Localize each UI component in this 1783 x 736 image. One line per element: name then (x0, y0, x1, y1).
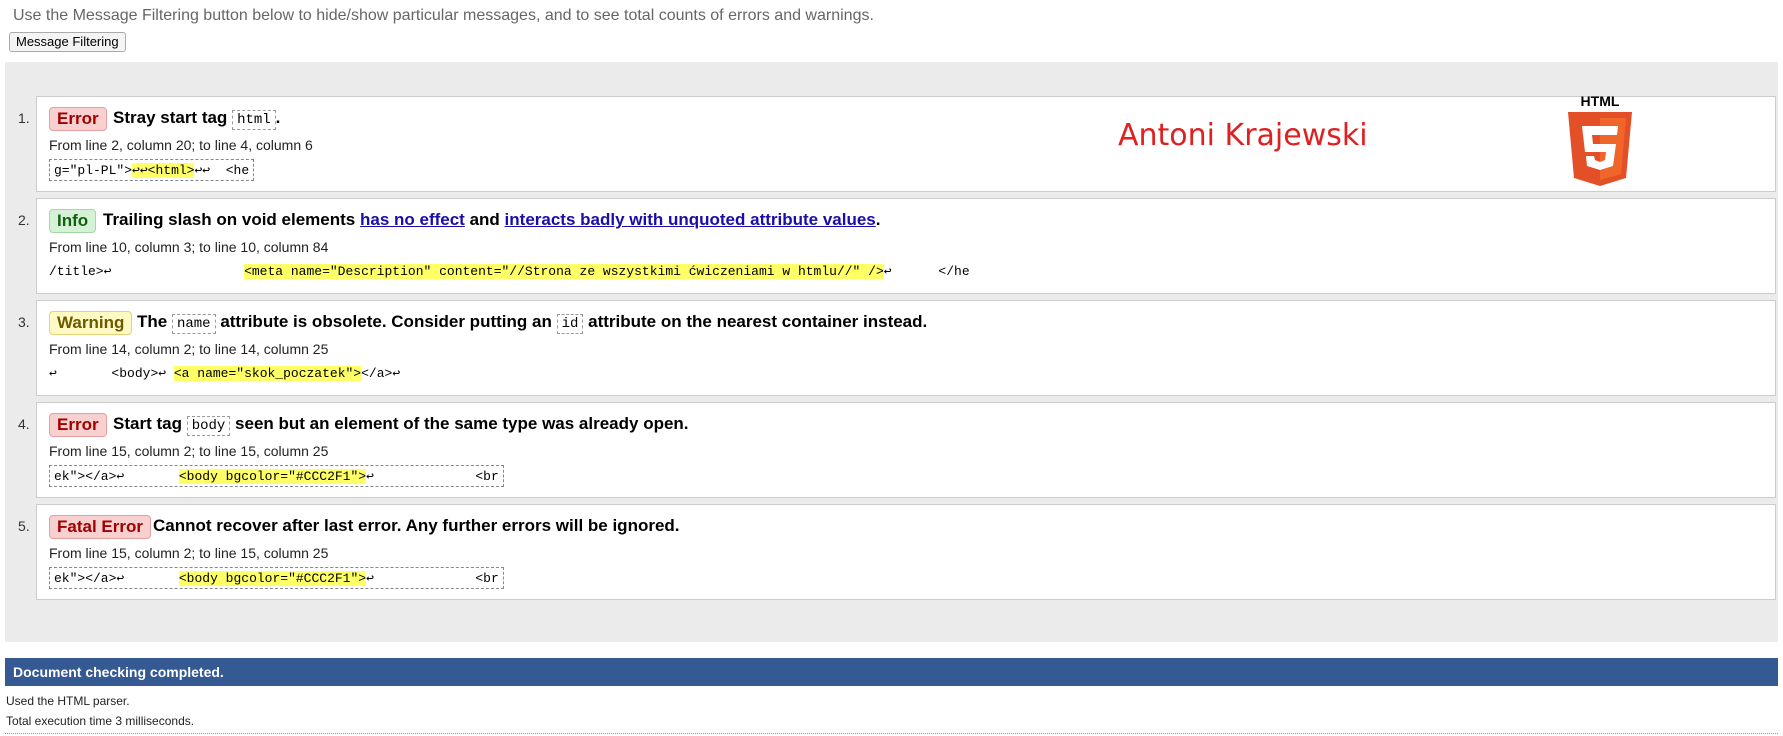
message-location: From line 2, column 20; to line 4, colum… (49, 137, 313, 153)
code-extract: ↩ <body>↩ <a name="skok_poczatek"></a>↩ (49, 366, 401, 381)
validator-page: Use the Message Filtering button below t… (0, 0, 1783, 736)
html5-logo-icon: HTML (1560, 93, 1640, 190)
message-item-4: Error Start tag body seen but an element… (36, 402, 1776, 498)
message-headline: The name attribute is obsolete. Consider… (137, 312, 928, 334)
unquoted-attribute-link[interactable]: interacts badly with unquoted attribute … (505, 210, 876, 229)
has-no-effect-link[interactable]: has no effect (360, 210, 465, 229)
message-item-1: Error Stray start tag html. From line 2,… (36, 96, 1776, 192)
message-location: From line 14, column 2; to line 14, colu… (49, 341, 329, 357)
message-item-2: Info Trailing slash on void elements has… (36, 198, 1776, 294)
message-location: From line 10, column 3; to line 10, colu… (49, 239, 329, 255)
warning-badge: Warning (49, 311, 133, 335)
footer-divider (5, 733, 1778, 734)
code-tag: body (186, 416, 231, 436)
message-filtering-button[interactable]: Message Filtering (9, 32, 126, 52)
message-location: From line 15, column 2; to line 15, colu… (49, 443, 329, 459)
info-badge: Info (49, 209, 97, 233)
message-location: From line 15, column 2; to line 15, colu… (49, 545, 329, 561)
message-headline: Stray start tag html. (113, 108, 281, 130)
code-tag: name (171, 314, 216, 334)
message-number: 2. (18, 212, 30, 228)
fatal-error-badge: Fatal Error (49, 515, 151, 539)
message-number: 4. (18, 416, 30, 432)
error-badge: Error (49, 107, 107, 131)
code-tag: id (556, 314, 584, 334)
message-number: 3. (18, 314, 30, 330)
intro-text: Use the Message Filtering button below t… (13, 7, 874, 24)
status-bar: Document checking completed. (5, 658, 1778, 686)
message-headline: Start tag body seen but an element of th… (113, 414, 689, 436)
code-extract: ek"></a>↩ <body bgcolor="#CCC2F1">↩ <br (49, 465, 504, 487)
message-item-3: Warning The name attribute is obsolete. … (36, 300, 1776, 396)
message-number: 1. (18, 110, 30, 126)
message-headline: Trailing slash on void elements has no e… (103, 210, 881, 229)
execution-time: Total execution time 3 milliseconds. (6, 714, 195, 728)
error-badge: Error (49, 413, 107, 437)
message-headline: Cannot recover after last error. Any fur… (153, 516, 680, 535)
message-item-5: Fatal Error Cannot recover after last er… (36, 504, 1776, 600)
parser-info: Used the HTML parser. (6, 694, 130, 708)
code-extract: /title>↩ <meta name="Description" conten… (49, 264, 970, 279)
code-extract: ek"></a>↩ <body bgcolor="#CCC2F1">↩ <br (49, 567, 504, 589)
code-tag: html (232, 110, 276, 130)
html5-logo-text: HTML (1581, 94, 1620, 109)
code-extract: g="pl-PL">↩↩<html>↩↩ <he (49, 159, 255, 181)
author-name: Antoni Krajewski (1118, 118, 1368, 153)
message-number: 5. (18, 518, 30, 534)
